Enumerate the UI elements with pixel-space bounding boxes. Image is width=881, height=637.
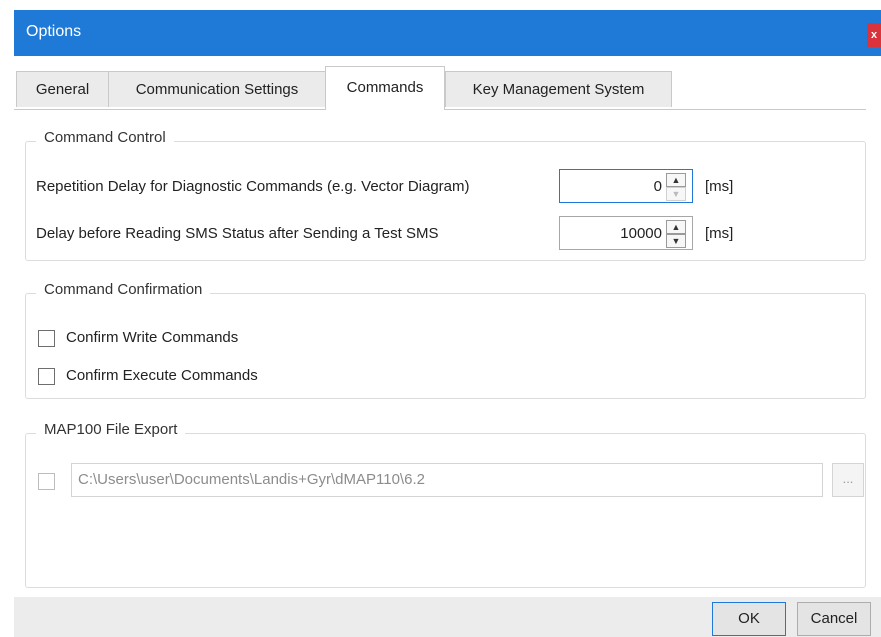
cancel-button[interactable]: Cancel: [797, 602, 871, 636]
command-control-title: Command Control: [36, 129, 174, 146]
tab-key-management-system[interactable]: Key Management System: [445, 71, 672, 107]
sms-delay-value[interactable]: 10000: [620, 225, 662, 242]
file-export-group: MAP100 File Export C:\Users\user\Documen…: [25, 421, 866, 588]
repetition-delay-value[interactable]: 0: [654, 178, 662, 195]
dialog-footer: OK Cancel: [14, 597, 881, 637]
repetition-delay-spinner[interactable]: 0 ▲ ▼: [559, 169, 693, 203]
tab-commands[interactable]: Commands: [325, 66, 445, 110]
browse-button[interactable]: ...: [832, 463, 864, 497]
command-confirmation-title: Command Confirmation: [36, 281, 211, 298]
spin-down-icon[interactable]: ▼: [666, 187, 686, 201]
tab-strip: General Communication Settings Commands …: [14, 56, 881, 110]
spin-up-icon[interactable]: ▲: [666, 220, 686, 234]
tab-communication-settings[interactable]: Communication Settings: [108, 71, 326, 107]
sms-delay-label: Delay before Reading SMS Status after Se…: [36, 225, 439, 242]
options-dialog: Options x General Communication Settings…: [14, 10, 881, 637]
confirm-write-label[interactable]: Confirm Write Commands: [66, 329, 238, 346]
confirm-execute-label[interactable]: Confirm Execute Commands: [66, 367, 258, 384]
repetition-delay-unit: [ms]: [705, 178, 734, 195]
confirm-execute-checkbox[interactable]: [38, 368, 55, 385]
tab-general[interactable]: General: [16, 71, 109, 107]
repetition-delay-label: Repetition Delay for Diagnostic Commands…: [36, 178, 470, 195]
command-control-group: Command Control Repetition Delay for Dia…: [25, 129, 866, 261]
spin-up-icon[interactable]: ▲: [666, 173, 686, 187]
commands-tab-panel: Command Control Repetition Delay for Dia…: [14, 109, 866, 598]
export-path-field[interactable]: C:\Users\user\Documents\Landis+Gyr\dMAP1…: [71, 463, 823, 497]
sms-delay-spinner[interactable]: 10000 ▲ ▼: [559, 216, 693, 250]
file-export-checkbox[interactable]: [38, 473, 55, 490]
file-export-title: MAP100 File Export: [36, 421, 186, 438]
ok-button[interactable]: OK: [712, 602, 786, 636]
title-bar: Options x: [14, 10, 881, 56]
close-button[interactable]: x: [867, 23, 881, 47]
command-confirmation-group: Command Confirmation Confirm Write Comma…: [25, 281, 866, 399]
spin-down-icon[interactable]: ▼: [666, 234, 686, 248]
confirm-write-checkbox[interactable]: [38, 330, 55, 347]
dialog-title: Options: [26, 23, 82, 40]
sms-delay-unit: [ms]: [705, 225, 734, 242]
